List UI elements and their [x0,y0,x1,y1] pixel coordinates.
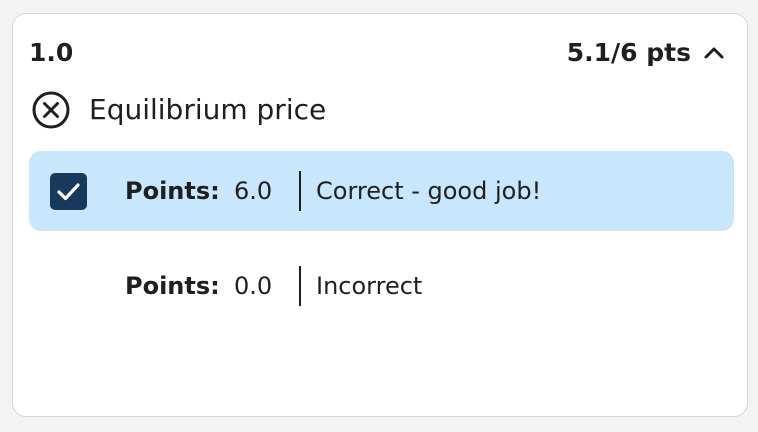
rating-description: Incorrect [316,272,423,300]
points-label: Points: [125,177,220,205]
score-collapse-toggle[interactable]: 5.1/6 pts [567,36,725,70]
rubric-card: 1.0 5.1/6 pts Equilibrium price Points: … [12,13,748,417]
question-number: 1.0 [29,38,74,67]
question-score: 5.1/6 pts [566,38,691,67]
rating-option[interactable]: Points: 0.0 Incorrect [29,246,734,326]
criterion-title: Equilibrium price [89,93,327,126]
rating-option-selected[interactable]: Points: 6.0 Correct - good job! [29,151,734,231]
rating-divider [299,171,301,211]
points-value: 0.0 [234,272,273,300]
checked-checkbox[interactable] [50,173,87,210]
points-value: 6.0 [234,177,273,205]
points-label: Points: [125,272,220,300]
rating-description: Correct - good job! [316,177,542,205]
criterion-header: Equilibrium price [31,90,326,130]
rating-divider [299,266,301,306]
circle-x-icon [32,91,70,129]
chevron-up-icon[interactable] [703,42,725,64]
checkmark-icon [57,183,80,201]
